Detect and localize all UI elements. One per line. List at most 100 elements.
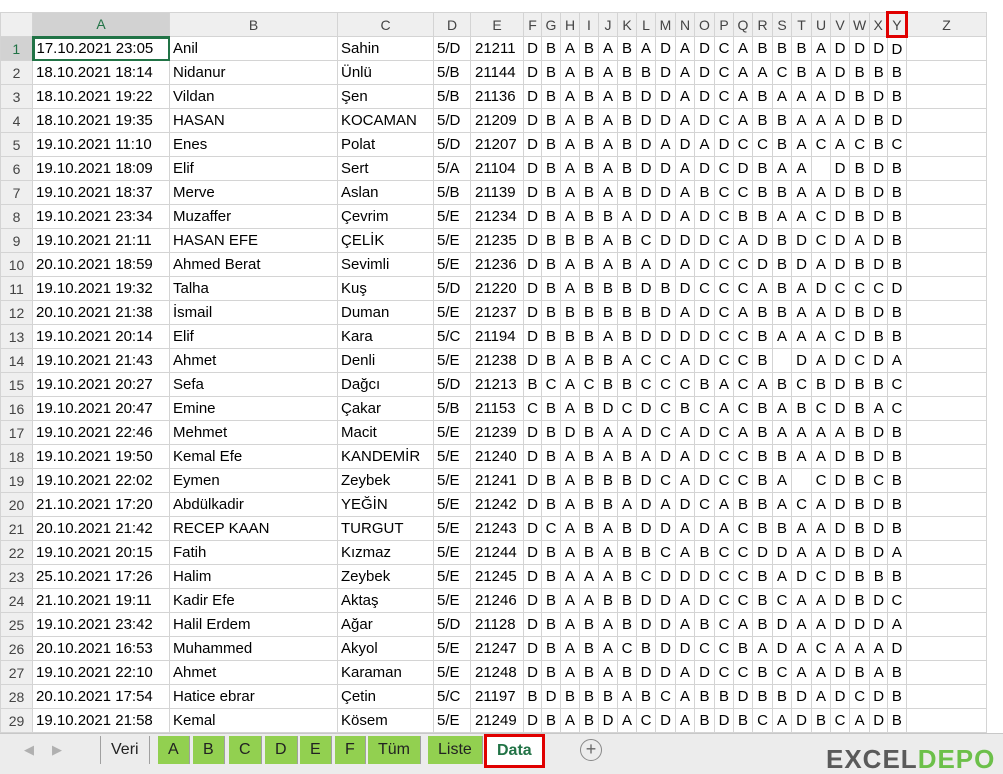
cell-answer[interactable]: D bbox=[523, 156, 542, 181]
cell-answer[interactable]: D bbox=[636, 324, 656, 349]
cell-answer[interactable]: A bbox=[733, 84, 753, 109]
cell-answer[interactable]: C bbox=[714, 612, 734, 637]
cell-answer[interactable]: D bbox=[694, 588, 715, 613]
cell-answer[interactable]: C bbox=[811, 636, 831, 661]
cell-answer[interactable]: D bbox=[675, 636, 695, 661]
cell-last-name[interactable]: Dağcı bbox=[337, 372, 434, 397]
cell-answer[interactable]: B bbox=[848, 564, 871, 589]
column-header-d[interactable]: D bbox=[433, 12, 471, 37]
cell-answer[interactable]: A bbox=[733, 60, 753, 85]
cell-answer[interactable]: C bbox=[733, 276, 753, 301]
cell-answer[interactable]: C bbox=[869, 468, 889, 493]
cell-first-name[interactable]: Elif bbox=[169, 156, 338, 181]
cell-answer[interactable]: D bbox=[523, 588, 542, 613]
cell-answer[interactable]: D bbox=[694, 156, 715, 181]
cell-answer[interactable]: B bbox=[579, 156, 599, 181]
cell-answer[interactable]: B bbox=[752, 180, 773, 205]
cell-answer[interactable]: C bbox=[733, 252, 753, 277]
cell-answer[interactable]: A bbox=[772, 84, 792, 109]
cell-answer[interactable]: A bbox=[560, 156, 580, 181]
cell-answer[interactable]: A bbox=[811, 444, 831, 469]
cell-answer[interactable]: A bbox=[560, 564, 580, 589]
cell-timestamp[interactable]: 20.10.2021 21:42 bbox=[32, 516, 170, 541]
cell-answer[interactable]: A bbox=[811, 252, 831, 277]
cell-answer[interactable]: B bbox=[655, 276, 676, 301]
cell-answer[interactable]: D bbox=[830, 300, 850, 325]
cell-last-name[interactable]: TURGUT bbox=[337, 516, 434, 541]
cell-answer[interactable]: B bbox=[772, 132, 792, 157]
cell-empty[interactable] bbox=[905, 612, 987, 637]
cell-last-name[interactable]: YEĞİN bbox=[337, 492, 434, 517]
cell-answer[interactable]: B bbox=[869, 132, 889, 157]
column-header-g[interactable]: G bbox=[541, 12, 561, 37]
cell-answer[interactable]: B bbox=[541, 252, 561, 277]
cell-answer[interactable]: D bbox=[694, 60, 715, 85]
cell-answer[interactable]: B bbox=[617, 108, 637, 133]
cell-timestamp[interactable]: 21.10.2021 19:11 bbox=[32, 588, 170, 613]
cell-answer[interactable]: B bbox=[617, 564, 637, 589]
cell-first-name[interactable]: Eymen bbox=[169, 468, 338, 493]
cell-answer[interactable]: B bbox=[752, 420, 773, 445]
cell-answer[interactable]: B bbox=[598, 372, 618, 397]
cell-answer[interactable]: A bbox=[560, 612, 580, 637]
cell-first-name[interactable]: Talha bbox=[169, 276, 338, 301]
cell-answer[interactable]: B bbox=[541, 396, 561, 421]
row-header[interactable]: 16 bbox=[0, 396, 33, 421]
cell-answer[interactable]: A bbox=[791, 588, 812, 613]
cell-answer[interactable]: A bbox=[811, 60, 831, 85]
cell-last-name[interactable]: Kızmaz bbox=[337, 540, 434, 565]
cell-class[interactable]: 5/E bbox=[433, 660, 471, 685]
cell-answer[interactable]: D bbox=[848, 108, 871, 133]
select-all-corner[interactable] bbox=[0, 12, 33, 37]
cell-answer[interactable]: B bbox=[694, 684, 715, 709]
cell-answer[interactable]: A bbox=[560, 588, 580, 613]
cell-answer[interactable]: A bbox=[675, 612, 695, 637]
cell-answer[interactable]: A bbox=[560, 84, 580, 109]
cell-answer[interactable]: B bbox=[887, 420, 907, 445]
cell-answer[interactable]: A bbox=[869, 636, 889, 661]
row-header[interactable]: 28 bbox=[0, 684, 33, 709]
cell-answer[interactable]: B bbox=[848, 468, 871, 493]
cell-timestamp[interactable]: 21.10.2021 17:20 bbox=[32, 492, 170, 517]
cell-answer[interactable]: D bbox=[714, 708, 734, 733]
cell-answer[interactable]: A bbox=[598, 156, 618, 181]
column-header-q[interactable]: Q bbox=[733, 12, 753, 37]
cell-answer[interactable]: C bbox=[772, 60, 792, 85]
cell-answer[interactable]: A bbox=[560, 132, 580, 157]
cell-answer[interactable]: A bbox=[675, 420, 695, 445]
cell-answer[interactable]: B bbox=[791, 36, 812, 61]
cell-answer[interactable]: D bbox=[791, 252, 812, 277]
cell-answer[interactable]: B bbox=[579, 180, 599, 205]
cell-answer[interactable]: D bbox=[523, 444, 542, 469]
cell-answer[interactable]: A bbox=[579, 588, 599, 613]
cell-answer[interactable]: C bbox=[714, 300, 734, 325]
cell-first-name[interactable]: Elif bbox=[169, 324, 338, 349]
cell-answer[interactable]: B bbox=[848, 444, 871, 469]
cell-answer[interactable]: B bbox=[752, 564, 773, 589]
cell-answer[interactable]: B bbox=[617, 180, 637, 205]
cell-first-name[interactable]: Kemal bbox=[169, 708, 338, 733]
cell-answer[interactable]: C bbox=[811, 396, 831, 421]
cell-answer[interactable]: B bbox=[772, 516, 792, 541]
cell-answer[interactable]: D bbox=[869, 444, 889, 469]
cell-answer[interactable]: B bbox=[617, 252, 637, 277]
cell-empty[interactable] bbox=[905, 564, 987, 589]
cell-answer[interactable]: C bbox=[655, 396, 676, 421]
cell-timestamp[interactable]: 19.10.2021 21:11 bbox=[32, 228, 170, 253]
cell-answer[interactable]: B bbox=[869, 564, 889, 589]
tab-tum[interactable]: Tüm bbox=[368, 736, 421, 764]
cell-answer[interactable]: B bbox=[579, 420, 599, 445]
cell-answer[interactable]: C bbox=[714, 108, 734, 133]
cell-answer[interactable]: A bbox=[869, 660, 889, 685]
cell-answer[interactable]: B bbox=[752, 516, 773, 541]
cell-student-no[interactable]: 21247 bbox=[470, 636, 524, 661]
cell-answer[interactable]: A bbox=[675, 156, 695, 181]
cell-answer[interactable]: C bbox=[579, 372, 599, 397]
cell-answer[interactable]: D bbox=[869, 204, 889, 229]
cell-answer[interactable]: D bbox=[523, 516, 542, 541]
cell-answer[interactable]: D bbox=[772, 540, 792, 565]
cell-student-no[interactable]: 21194 bbox=[470, 324, 524, 349]
cell-answer[interactable]: D bbox=[523, 300, 542, 325]
cell-answer[interactable]: D bbox=[655, 516, 676, 541]
cell-answer[interactable]: C bbox=[733, 468, 753, 493]
